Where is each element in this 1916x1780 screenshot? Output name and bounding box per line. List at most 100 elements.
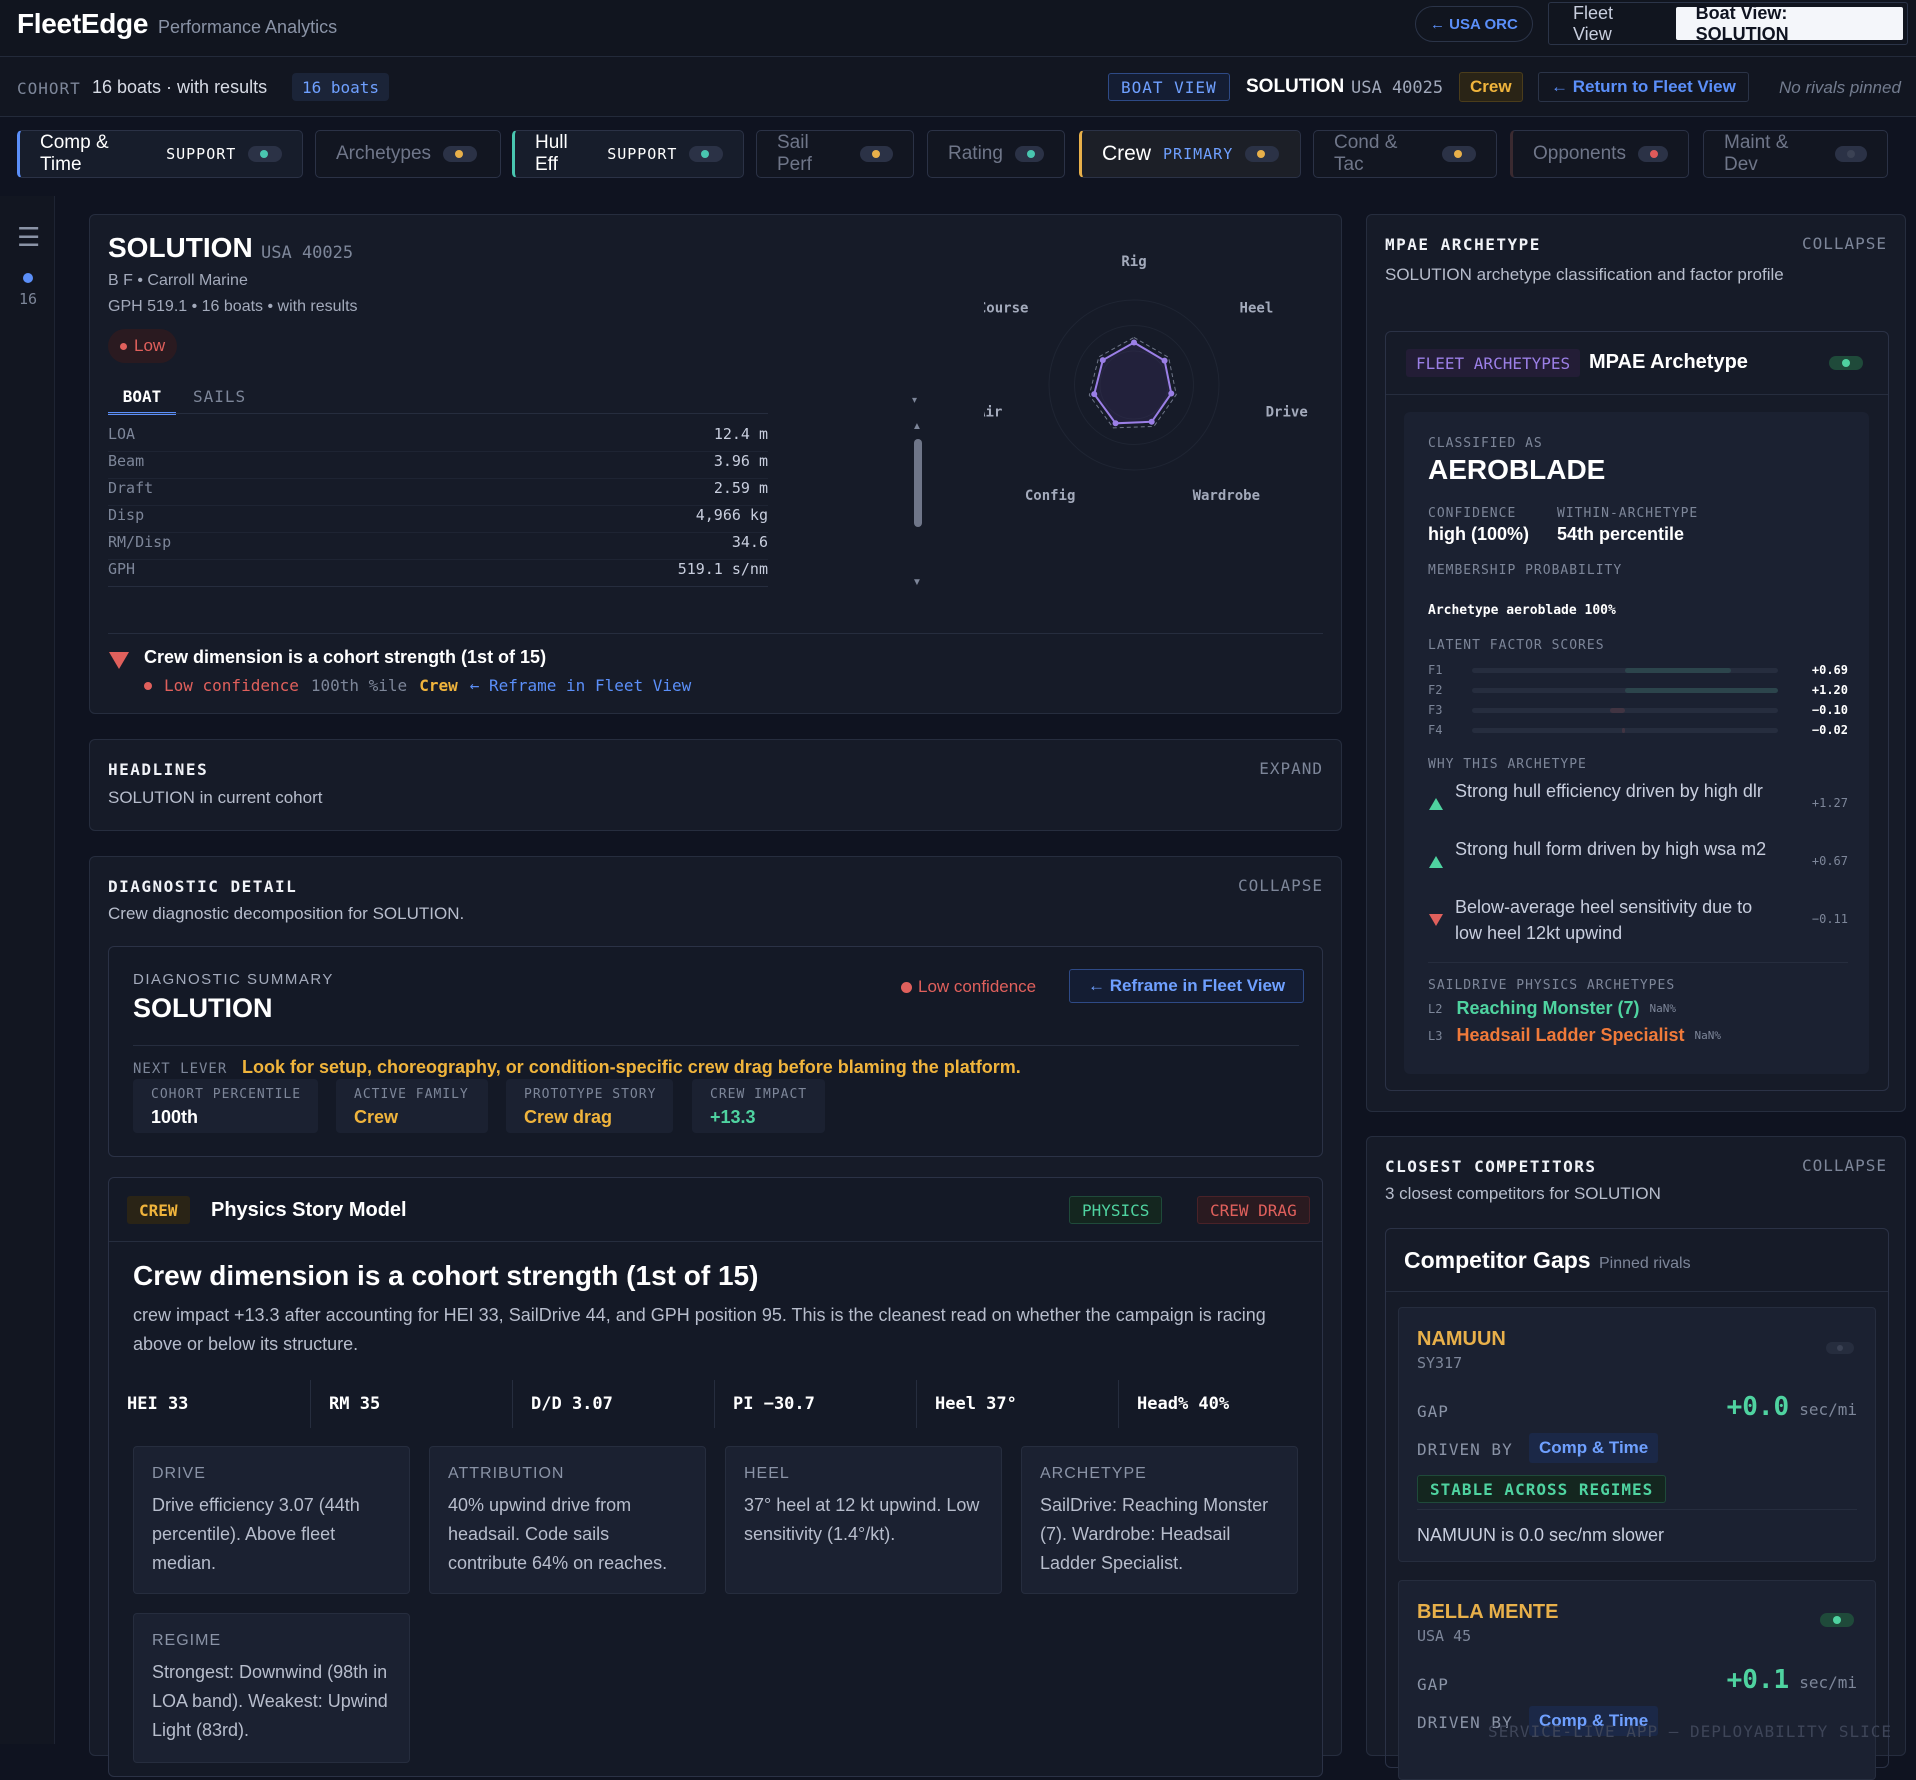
next-lever-text: Look for setup, choreography, or conditi…	[242, 1057, 1021, 1077]
tab-toggle[interactable]	[1245, 146, 1280, 162]
boat-sail-number: USA 40025	[1351, 78, 1444, 98]
mpae-panel: FLEET ARCHETYPES MPAE Archetype CLASSIFI…	[1385, 331, 1889, 1091]
tab-toggle[interactable]	[443, 146, 478, 162]
tab-rating[interactable]: Rating	[927, 130, 1065, 178]
mpae-toggle[interactable]	[1829, 356, 1863, 370]
boat-subtab[interactable]: BOAT	[108, 387, 176, 415]
profile-designer: B F • Carroll Marine	[108, 272, 248, 289]
boat-profile-card: SOLUTION USA 40025 B F • Carroll Marine …	[89, 214, 1342, 714]
tab-opponents[interactable]: Opponents	[1510, 130, 1689, 178]
stat-label: ACTIVE FAMILY	[354, 1087, 469, 1102]
metric-rm: RM 35	[311, 1380, 513, 1428]
factor-value: +0.69	[1811, 663, 1848, 677]
tab-toggle[interactable]	[859, 146, 893, 162]
stat-value: 100th	[151, 1107, 199, 1127]
summary-label: DIAGNOSTIC SUMMARY	[133, 971, 334, 988]
scroll-down-icon[interactable]: ▼	[912, 577, 922, 588]
gap-value: +0.0 sec/mi	[1727, 1392, 1857, 1422]
tab-archetypes[interactable]: Archetypes	[315, 130, 501, 178]
profile-name: SOLUTION	[108, 232, 253, 263]
tab-label: Hull Eff	[535, 132, 568, 175]
boat-view-button[interactable]: Boat View: SOLUTION	[1675, 3, 1903, 44]
pin-toggle[interactable]	[1826, 1342, 1854, 1354]
tab-toggle[interactable]	[248, 146, 282, 162]
return-fleet-button[interactable]: ← Return to Fleet View	[1538, 72, 1749, 102]
back-to-fleet-pill[interactable]: ← USA ORC	[1415, 6, 1533, 42]
factor-fill	[1621, 728, 1625, 733]
tab-toggle[interactable]	[1637, 146, 1668, 162]
collapse-button[interactable]: COLLAPSE	[1802, 1156, 1887, 1175]
brand-subtitle: Performance Analytics	[158, 17, 338, 37]
tab-label: Rating	[948, 143, 1003, 164]
factor-key: F1	[1428, 663, 1443, 677]
classified-label: CLASSIFIED AS	[1428, 436, 1543, 451]
competitors-title: CLOSEST COMPETITORS	[1385, 1157, 1597, 1176]
factor-value: −0.10	[1811, 703, 1848, 717]
expand-button[interactable]: EXPAND	[1259, 759, 1323, 778]
radar-point	[1112, 420, 1119, 427]
pin-toggle[interactable]	[1820, 1613, 1854, 1627]
factor-bar	[1472, 668, 1778, 673]
tab-hull-eff[interactable]: Hull Eff SUPPORT	[512, 130, 744, 178]
tab-toggle[interactable]	[1014, 146, 1044, 162]
scroll-up-icon[interactable]: ▲	[912, 421, 922, 432]
tab-toggle[interactable]	[1442, 146, 1476, 162]
factor-row: F1 +0.69	[1428, 660, 1848, 680]
headlines-title: HEADLINES	[108, 760, 209, 779]
reframe-button[interactable]: ← Reframe in Fleet View	[1069, 969, 1305, 1003]
tab-cond-tac[interactable]: Cond & Tac	[1313, 130, 1497, 178]
sd-label: SAILDRIVE PHYSICS ARCHETYPES	[1428, 978, 1676, 993]
competitor-name: NAMUUN	[1417, 1328, 1506, 1350]
stat-value: +13.3	[710, 1107, 756, 1127]
competitor-panel-title: Competitor Gaps	[1404, 1247, 1591, 1273]
tab-crew[interactable]: Crew PRIMARY	[1079, 130, 1301, 178]
box-label: ATTRIBUTION	[448, 1465, 565, 1482]
tab-comp-time[interactable]: Comp & Time SUPPORT	[17, 130, 303, 178]
competitor-item[interactable]: BELLA MENTE USA 45 GAP +0.1 sec/mi DRIVE…	[1398, 1580, 1876, 1780]
tab-sail-perf[interactable]: Sail Perf	[756, 130, 914, 178]
tab-toggle[interactable]	[689, 146, 723, 162]
competitor-sail: SY317	[1417, 1354, 1463, 1372]
spec-key: Disp	[108, 506, 145, 524]
stat-label: COHORT PERCENTILE	[151, 1087, 302, 1102]
tab-role: SUPPORT	[607, 145, 678, 163]
competitor-item[interactable]: NAMUUN SY317 GAP +0.0 sec/mi DRIVEN BY C…	[1398, 1307, 1876, 1562]
collapse-button[interactable]: COLLAPSE	[1238, 876, 1323, 895]
alert-divider	[108, 633, 1323, 634]
profile-radar-chart: Rig Heel Drive Wardrobe Config HvyAir Course	[984, 254, 1308, 504]
tab-role: SUPPORT	[166, 145, 237, 163]
fleet-view-button[interactable]: Fleet View	[1553, 3, 1676, 44]
factor-fill	[1625, 688, 1778, 693]
story-body: crew impact +13.3 after accounting for H…	[133, 1305, 1266, 1354]
why-list: Strong hull efficiency driven by high dl…	[1428, 778, 1848, 952]
menu-icon[interactable]: ☰	[17, 222, 40, 253]
factor-value: +1.20	[1811, 683, 1848, 697]
collapse-button[interactable]: COLLAPSE	[1802, 234, 1887, 253]
spec-scrollbar[interactable]	[914, 439, 922, 527]
spec-row: LOA 12.4 m	[108, 425, 768, 452]
spec-key: Beam	[108, 452, 145, 470]
diagnostic-title: DIAGNOSTIC DETAIL	[108, 877, 298, 896]
tab-maint-dev[interactable]: Maint & Dev	[1703, 130, 1888, 178]
factor-fill	[1625, 668, 1731, 673]
cohort-bar: COHORT 16 boats · with results 16 boats …	[0, 57, 1916, 117]
gap-unit: sec/mi	[1799, 1673, 1857, 1692]
factor-bar	[1472, 688, 1778, 693]
sd-name[interactable]: Headsail Ladder Specialist	[1456, 1025, 1684, 1046]
sd-name[interactable]: Reaching Monster (7)	[1456, 998, 1639, 1019]
cohort-count-badge[interactable]: 16 boats	[292, 73, 390, 101]
tab-label: Opponents	[1533, 143, 1626, 164]
boat-name: SOLUTION	[1246, 76, 1345, 97]
alert-reframe-link[interactable]: ← Reframe in Fleet View	[470, 676, 692, 695]
sails-subtab[interactable]: SAILS	[193, 387, 246, 406]
tab-toggle[interactable]	[1834, 146, 1867, 162]
chevron-down-icon[interactable]: ▾	[912, 395, 917, 406]
factor-key: F4	[1428, 723, 1443, 737]
spec-row: GPH 519.1 s/nm	[108, 560, 768, 587]
confidence-label: CONFIDENCE	[1428, 506, 1517, 521]
why-item: Strong hull form driven by high wsa m2 +0…	[1428, 836, 1848, 894]
gap-number: +0.1	[1726, 1665, 1790, 1695]
sd-level: L3	[1428, 1028, 1443, 1043]
tab-role: PRIMARY	[1163, 145, 1234, 163]
driven-badge[interactable]: Comp & Time	[1529, 1433, 1659, 1463]
